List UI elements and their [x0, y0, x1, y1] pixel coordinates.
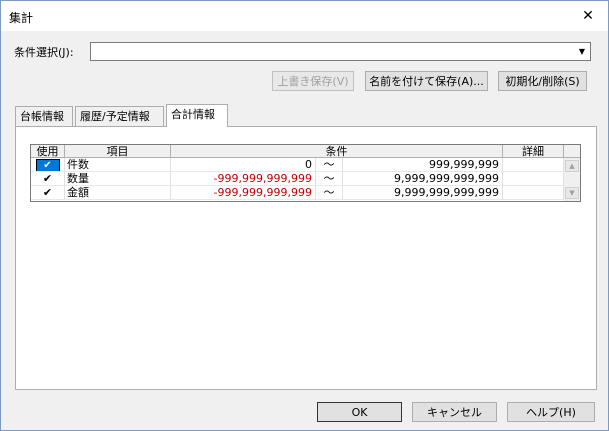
range-tilde: 〜 — [316, 172, 343, 186]
checkmark-icon[interactable]: ✔ — [43, 172, 52, 185]
checkmark-icon[interactable]: ✔ — [43, 186, 52, 199]
use-cell: ✔ — [31, 172, 65, 186]
save-as-button[interactable]: 名前を付けて保存(A)... — [365, 71, 488, 91]
condition-select-label: 条件選択(J): — [14, 46, 74, 59]
item-cell: 数量 — [65, 172, 171, 186]
header-use: 使用 — [31, 145, 65, 158]
use-cell: ✔ — [31, 186, 65, 200]
scroll-up-icon[interactable]: ▲ — [565, 160, 579, 172]
use-cell: ✔ — [31, 158, 65, 172]
checkmark-icon[interactable]: ✔ — [35, 159, 60, 171]
header-detail: 詳細 — [503, 145, 564, 158]
item-cell: 件数 — [65, 158, 171, 172]
range-to-cell[interactable]: 999,999,999 — [343, 158, 503, 172]
tab-history-schedule[interactable]: 履歴/予定情報 — [75, 106, 164, 126]
scroll-down-icon[interactable]: ▼ — [565, 187, 579, 199]
close-icon[interactable]: ✕ — [578, 6, 598, 26]
header-corner — [564, 145, 580, 158]
range-from-cell[interactable]: 0 — [171, 158, 316, 172]
ok-button[interactable]: OK — [317, 402, 402, 422]
range-tilde: 〜 — [316, 158, 343, 172]
range-to-cell[interactable]: 9,999,999,999,999 — [343, 172, 503, 186]
detail-cell[interactable] — [503, 186, 564, 200]
chevron-down-icon[interactable]: ▼ — [575, 44, 589, 59]
range-to-cell[interactable]: 9,999,999,999,999 — [343, 186, 503, 200]
totals-grid: 使用 項目 条件 詳細 ✔ 件数 0 〜 999,999,999 ✔ 数量 -9… — [30, 144, 581, 202]
header-item: 項目 — [65, 145, 171, 158]
range-tilde: 〜 — [316, 186, 343, 200]
detail-cell[interactable] — [503, 172, 564, 186]
vertical-scrollbar[interactable]: ▲ ▼ — [564, 158, 580, 201]
overwrite-save-button[interactable]: 上書き保存(V) — [272, 71, 354, 91]
header-condition: 条件 — [171, 145, 503, 158]
range-from-cell[interactable]: -999,999,999,999 — [171, 172, 316, 186]
window-title: 集計 — [9, 11, 34, 25]
help-button[interactable]: ヘルプ(H) — [507, 402, 595, 422]
dialog-window: 集計 ✕ 条件選択(J): ▼ 上書き保存(V) 名前を付けて保存(A)... … — [0, 0, 609, 431]
cancel-button[interactable]: キャンセル — [412, 402, 497, 422]
table-row: ✔ 数量 -999,999,999,999 〜 9,999,999,999,99… — [31, 172, 564, 186]
item-cell: 金額 — [65, 186, 171, 200]
condition-select-combo[interactable]: ▼ — [90, 42, 591, 61]
table-row: ✔ 件数 0 〜 999,999,999 — [31, 158, 564, 172]
detail-cell[interactable] — [503, 158, 564, 172]
tab-ledger-info[interactable]: 台帳情報 — [15, 106, 73, 126]
tab-total-info[interactable]: 合計情報 — [166, 104, 228, 127]
range-from-cell[interactable]: -999,999,999,999 — [171, 186, 316, 200]
table-row: ✔ 金額 -999,999,999,999 〜 9,999,999,999,99… — [31, 186, 564, 200]
title-bar: 集計 ✕ — [1, 1, 608, 31]
reset-delete-button[interactable]: 初期化/削除(S) — [498, 71, 587, 91]
